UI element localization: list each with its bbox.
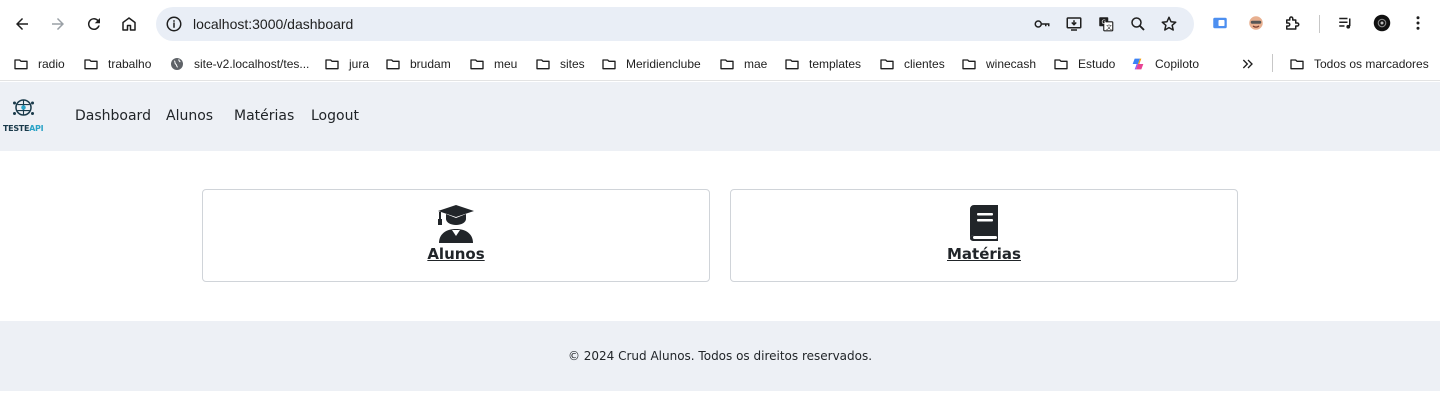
folder-icon xyxy=(386,59,400,70)
app-navbar: TESTEAPI Dashboard Alunos Matérias Logou… xyxy=(0,82,1440,151)
site-info-icon[interactable] xyxy=(165,15,183,33)
bookmark-label: winecash xyxy=(986,57,1037,71)
bookmark-label: mae xyxy=(744,57,768,71)
bookmark-item[interactable]: Estudo xyxy=(1053,52,1115,76)
bookmark-label: clientes xyxy=(904,57,945,71)
bookmark-label: jura xyxy=(349,57,370,71)
forward-arrow-icon[interactable] xyxy=(42,8,74,40)
folder-icon xyxy=(1054,59,1068,70)
nav-link-alunos[interactable]: Alunos xyxy=(166,108,213,124)
bookmark-item[interactable]: Meridienclube xyxy=(601,52,701,76)
url-text[interactable]: localhost:3000/dashboard xyxy=(193,16,353,32)
key-icon[interactable] xyxy=(1032,14,1052,34)
all-bookmarks-folder[interactable]: Todos os marcadores xyxy=(1289,52,1429,76)
bookmarks-bar: radio trabalho site-v2.localhost/tes... … xyxy=(0,47,1440,81)
card-alunos[interactable]: Alunos xyxy=(202,189,710,282)
avatar[interactable] xyxy=(1371,12,1393,34)
address-bar[interactable]: localhost:3000/dashboard G文 xyxy=(156,7,1194,41)
footer: © 2024 Crud Alunos. Todos os direitos re… xyxy=(0,321,1440,391)
folder-icon xyxy=(720,59,734,70)
media-control-icon[interactable] xyxy=(1335,12,1357,34)
bookmark-label: brudam xyxy=(410,57,451,71)
folder-icon xyxy=(1290,59,1304,70)
svg-text:文: 文 xyxy=(1106,23,1112,31)
home-icon[interactable] xyxy=(113,8,145,40)
install-app-icon[interactable] xyxy=(1064,14,1084,34)
bookmark-label: Meridienclube xyxy=(626,57,701,71)
graduate-icon xyxy=(438,205,474,243)
kebab-menu-icon[interactable] xyxy=(1407,12,1429,34)
bookmark-item[interactable]: meu xyxy=(469,52,517,76)
star-icon[interactable] xyxy=(1159,14,1179,34)
bookmark-item[interactable]: mae xyxy=(719,52,767,76)
bookmark-item[interactable]: templates xyxy=(784,52,861,76)
folder-icon xyxy=(962,59,976,70)
logo-text-accent: API xyxy=(29,124,44,133)
bookmark-label: site-v2.localhost/tes... xyxy=(194,57,310,71)
zoom-icon[interactable] xyxy=(1128,14,1148,34)
bookmark-label: sites xyxy=(560,57,585,71)
bookmark-item[interactable]: site-v2.localhost/tes... xyxy=(169,52,309,76)
folder-icon xyxy=(14,59,28,70)
bookmark-label: templates xyxy=(809,57,862,71)
bookmark-item[interactable]: radio xyxy=(13,52,65,76)
folder-icon xyxy=(84,59,98,70)
nav-link-dashboard[interactable]: Dashboard xyxy=(75,108,151,124)
footer-copyright: © 2024 Crud Alunos. Todos os direitos re… xyxy=(567,349,873,363)
back-arrow-icon[interactable] xyxy=(6,8,38,40)
translate-icon[interactable]: G文 xyxy=(1096,14,1116,34)
copilot-icon xyxy=(1132,58,1144,70)
browser-toolbar: localhost:3000/dashboard G文 xyxy=(0,0,1440,47)
bookmark-item[interactable]: jura xyxy=(324,52,369,76)
bookmark-label: meu xyxy=(494,57,518,71)
bookmark-item[interactable]: clientes xyxy=(879,52,945,76)
bookmark-label: radio xyxy=(38,57,65,71)
folder-icon xyxy=(880,59,894,70)
book-icon xyxy=(970,205,998,242)
folder-icon xyxy=(602,59,616,70)
more-bookmarks-button[interactable] xyxy=(1240,52,1265,76)
nav-link-logout[interactable]: Logout xyxy=(311,108,359,124)
brain-circuit-icon xyxy=(13,99,34,116)
folder-icon xyxy=(785,59,799,70)
bookmark-label: Copiloto xyxy=(1155,57,1200,71)
bookmark-item[interactable]: trabalho xyxy=(83,52,151,76)
extension-icon[interactable] xyxy=(1209,12,1231,34)
bookmark-item[interactable]: sites xyxy=(535,52,585,76)
card-materias[interactable]: Matérias xyxy=(730,189,1238,282)
reload-icon[interactable] xyxy=(78,8,110,40)
globe-icon xyxy=(171,58,183,70)
extension-face-icon[interactable] xyxy=(1245,12,1267,34)
bookmark-item[interactable]: winecash xyxy=(961,52,1036,76)
logo-text: TESTEAPI xyxy=(3,124,44,133)
bookmark-label: trabalho xyxy=(108,57,152,71)
logo-text-main: TESTE xyxy=(3,124,30,133)
chevron-double-right-icon xyxy=(1242,59,1253,69)
puzzle-icon[interactable] xyxy=(1281,12,1303,34)
bookmark-item[interactable]: Copiloto xyxy=(1130,52,1199,76)
bookmarks-divider xyxy=(1272,54,1273,72)
folder-icon xyxy=(536,59,550,70)
toolbar-divider xyxy=(1319,15,1320,33)
bookmark-label: Estudo xyxy=(1078,57,1116,71)
bookmark-label: Todos os marcadores xyxy=(1314,57,1429,71)
card-title-materias[interactable]: Matérias xyxy=(731,245,1237,263)
folder-icon xyxy=(325,59,339,70)
card-title-alunos[interactable]: Alunos xyxy=(203,245,709,263)
nav-link-materias[interactable]: Matérias xyxy=(234,108,294,124)
bookmark-item[interactable]: brudam xyxy=(385,52,451,76)
folder-icon xyxy=(470,59,484,70)
